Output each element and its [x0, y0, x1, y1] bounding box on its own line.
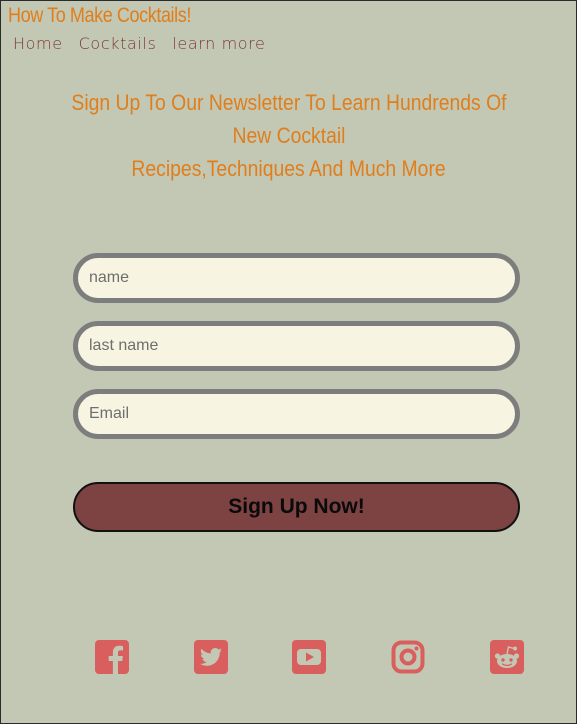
nav-home-link[interactable]: Home [13, 34, 63, 53]
youtube-icon [292, 640, 326, 674]
headline-line-2: Recipes,Techniques And Much More [131, 156, 447, 181]
name-input[interactable] [73, 253, 520, 303]
facebook-link[interactable] [95, 640, 129, 674]
reddit-icon [490, 640, 524, 674]
last-name-input[interactable] [73, 321, 520, 371]
facebook-icon [95, 640, 129, 674]
sign-up-button[interactable]: Sign Up Now! [73, 482, 520, 532]
nav-cocktails-link[interactable]: Cocktails [79, 34, 157, 53]
twitter-icon [194, 640, 228, 674]
site-title: How To Make Cocktails! [8, 4, 191, 27]
instagram-icon [391, 640, 425, 674]
main-nav: Home Cocktails learn more [13, 34, 265, 53]
email-input[interactable] [73, 389, 520, 439]
newsletter-headline: Sign Up To Our Newsletter To Learn Hundr… [24, 86, 554, 185]
nav-learn-more-link[interactable]: learn more [172, 34, 265, 53]
instagram-link[interactable] [391, 640, 425, 674]
twitter-link[interactable] [194, 640, 228, 674]
headline-line-1: Sign Up To Our Newsletter To Learn Hundr… [71, 90, 507, 148]
reddit-link[interactable] [490, 640, 524, 674]
youtube-link[interactable] [292, 640, 326, 674]
